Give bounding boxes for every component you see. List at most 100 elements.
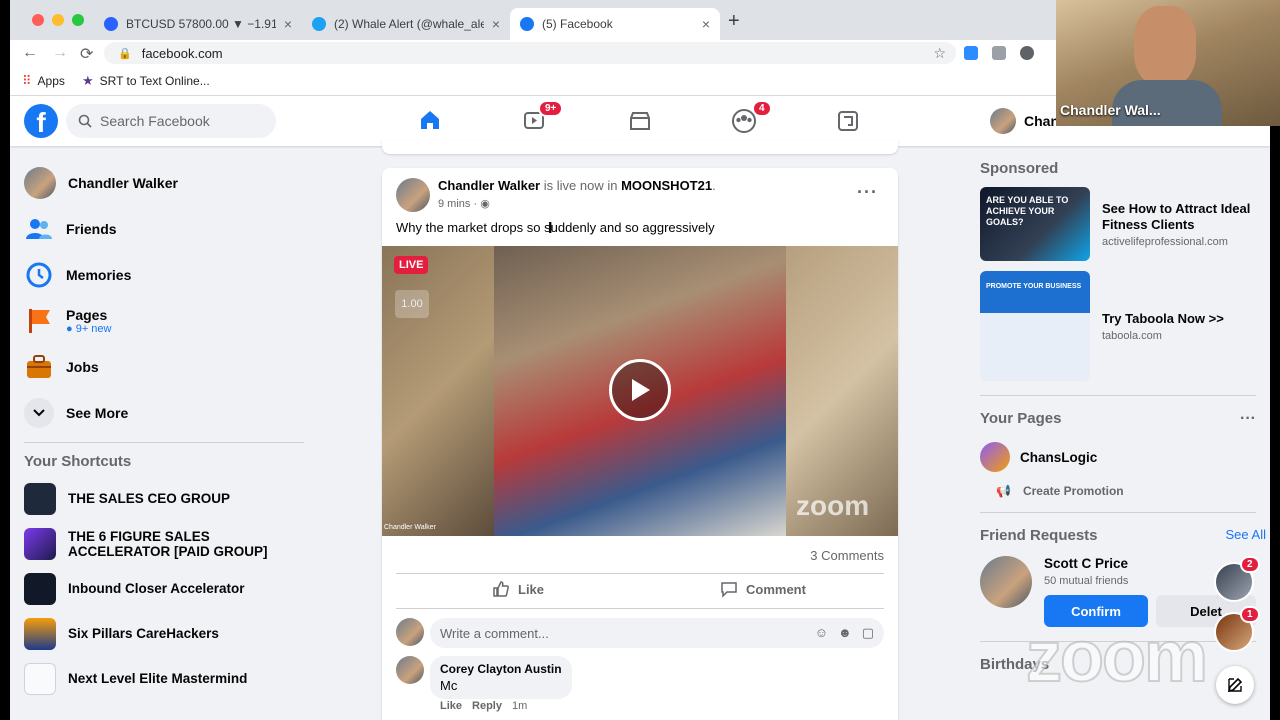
shortcut-item[interactable]: Six Pillars CareHackers xyxy=(24,611,304,656)
apps-grid-icon: ⠿ xyxy=(22,73,32,88)
comment-button[interactable]: Comment xyxy=(720,580,806,598)
close-window-button[interactable] xyxy=(32,14,44,26)
group-thumbnail xyxy=(24,572,56,605)
nav-gaming[interactable] xyxy=(800,96,896,146)
more-options-icon[interactable]: ··· xyxy=(1240,410,1256,428)
bookmark-apps[interactable]: ⠿ Apps xyxy=(22,73,65,89)
like-button[interactable]: Like xyxy=(492,580,544,598)
tab-btcusd[interactable]: BTCUSD 57800.00 ▼ −1.91% U × xyxy=(94,8,302,40)
facebook-logo[interactable]: f xyxy=(24,104,58,138)
thumbs-up-icon xyxy=(493,581,509,597)
sponsored-ad[interactable]: ARE YOU ABLE TO ACHIEVE YOUR GOALS? See … xyxy=(980,187,1256,261)
close-tab-icon[interactable]: × xyxy=(492,16,500,32)
bookmark-star-icon[interactable]: ☆ xyxy=(933,45,946,62)
page-avatar xyxy=(980,442,1010,472)
playback-rate: 1.00 xyxy=(395,290,429,318)
groups-badge: 4 xyxy=(752,100,772,117)
reload-icon[interactable]: ⟳ xyxy=(80,44,93,64)
video-participant-name: Chandler Walker xyxy=(384,524,436,531)
new-tab-button[interactable]: + xyxy=(728,10,740,33)
gaming-icon xyxy=(838,111,858,131)
post-text: Why the market drops so suddenly and so … xyxy=(396,220,715,235)
sponsored-heading: Sponsored xyxy=(980,160,1059,177)
ad-image: PROMOTE YOUR BUSINESS xyxy=(980,271,1090,381)
play-button[interactable] xyxy=(609,359,671,421)
sponsored-ad[interactable]: PROMOTE YOUR BUSINESS Try Taboola Now >>… xyxy=(980,271,1256,381)
sidebar-item-friends[interactable]: Friends xyxy=(24,206,304,252)
post-options-icon[interactable]: ··· xyxy=(857,182,878,203)
nav-watch[interactable]: 9+ xyxy=(486,96,582,146)
shortcut-item[interactable]: THE SALES CEO GROUP xyxy=(24,476,304,521)
commenter-name[interactable]: Corey Clayton Austin xyxy=(440,662,562,676)
divider xyxy=(396,573,884,574)
sidebar-item-pages[interactable]: Pages ● 9+ new xyxy=(24,298,304,344)
sidebar-item-jobs[interactable]: Jobs xyxy=(24,344,304,390)
your-pages-heading: Your Pages xyxy=(980,410,1062,427)
comment-bubble: Corey Clayton Austin Mc xyxy=(430,656,572,699)
pages-flag-icon xyxy=(24,306,54,336)
comment-text: Mc xyxy=(440,678,458,693)
search-input[interactable]: Search Facebook xyxy=(66,104,276,138)
avatar-sticker-icon[interactable]: ☺ xyxy=(815,625,828,641)
comment-input[interactable]: Write a comment... ☺ ☻ ▢ xyxy=(430,618,884,648)
memories-clock-icon xyxy=(24,260,54,290)
post-group-link[interactable]: MOONSHOT21 xyxy=(621,178,712,193)
zoom-window-button[interactable] xyxy=(72,14,84,26)
shortcut-item[interactable]: Next Level Elite Mastermind xyxy=(24,656,304,701)
create-promotion-link[interactable]: 📢 Create Promotion xyxy=(996,484,1256,498)
your-page-item[interactable]: ChansLogic xyxy=(980,442,1256,472)
code-extension-icon[interactable] xyxy=(992,46,1006,60)
zoom-extension-icon[interactable] xyxy=(964,46,978,60)
ad-image: ARE YOU ABLE TO ACHIEVE YOUR GOALS? xyxy=(980,187,1090,261)
marketplace-icon xyxy=(630,112,650,130)
previous-post-edge xyxy=(382,140,898,154)
post-timestamp[interactable]: 9 mins · xyxy=(438,198,477,210)
post-author-link[interactable]: Chandler Walker xyxy=(438,178,540,193)
tab-whale-alert[interactable]: (2) Whale Alert (@whale_alert × xyxy=(302,8,510,40)
url-field[interactable]: 🔒 facebook.com ☆ xyxy=(104,42,956,64)
chevron-down-icon xyxy=(24,398,54,428)
comments-count-link[interactable]: 3 Comments xyxy=(810,548,884,563)
see-more-button[interactable]: See More xyxy=(24,390,304,436)
comment-reply-link[interactable]: Reply xyxy=(472,700,502,712)
emoji-icon[interactable]: ☻ xyxy=(838,625,852,641)
camera-person xyxy=(1134,6,1196,86)
nav-groups[interactable]: 4 xyxy=(696,96,792,146)
group-thumbnail xyxy=(24,527,56,560)
avatar[interactable] xyxy=(980,556,1032,608)
nav-marketplace[interactable] xyxy=(592,96,688,146)
right-sidebar: Sponsored ARE YOU ABLE TO ACHIEVE YOUR G… xyxy=(980,160,1266,673)
avatar[interactable] xyxy=(396,656,424,684)
minimize-window-button[interactable] xyxy=(52,14,64,26)
close-tab-icon[interactable]: × xyxy=(284,16,292,32)
shortcut-item[interactable]: THE 6 FIGURE SALES ACCELERATOR [PAID GRO… xyxy=(24,521,304,566)
lock-icon: 🔒 xyxy=(118,47,132,60)
left-sidebar: Chandler Walker Friends Memories Pages ●… xyxy=(24,160,304,701)
zoom-camera-tile[interactable]: Chandler Wal... xyxy=(1056,0,1280,126)
sidebar-item-memories[interactable]: Memories xyxy=(24,252,304,298)
play-icon xyxy=(632,379,650,401)
shortcut-item[interactable]: Inbound Closer Accelerator xyxy=(24,566,304,611)
megaphone-icon: 📢 xyxy=(996,484,1011,498)
star-icon: ★ xyxy=(82,73,94,88)
check-extension-icon[interactable] xyxy=(1020,46,1034,60)
comment-like-link[interactable]: Like xyxy=(440,700,462,712)
sticker-icon[interactable]: ▢ xyxy=(862,625,874,641)
close-tab-icon[interactable]: × xyxy=(702,16,710,32)
text-cursor: I xyxy=(548,220,553,237)
tradingview-icon xyxy=(104,17,118,31)
new-message-button[interactable] xyxy=(1216,666,1254,704)
back-arrow-icon[interactable]: ← xyxy=(22,44,38,62)
forward-arrow-icon[interactable]: → xyxy=(52,44,68,62)
sidebar-item-profile[interactable]: Chandler Walker xyxy=(24,160,304,206)
live-video[interactable]: LIVE 1.00 zoom Chandler Walker xyxy=(382,246,898,536)
tab-facebook[interactable]: (5) Facebook × xyxy=(510,8,720,40)
comment-icon xyxy=(721,582,737,598)
nav-home[interactable] xyxy=(382,96,478,146)
divider xyxy=(980,512,1256,513)
friends-icon xyxy=(24,214,54,244)
comment-time[interactable]: 1m xyxy=(512,700,527,712)
bookmark-srt[interactable]: ★ SRT to Text Online... xyxy=(82,73,210,89)
see-all-link[interactable]: See All xyxy=(1226,527,1266,544)
avatar[interactable] xyxy=(396,178,430,212)
